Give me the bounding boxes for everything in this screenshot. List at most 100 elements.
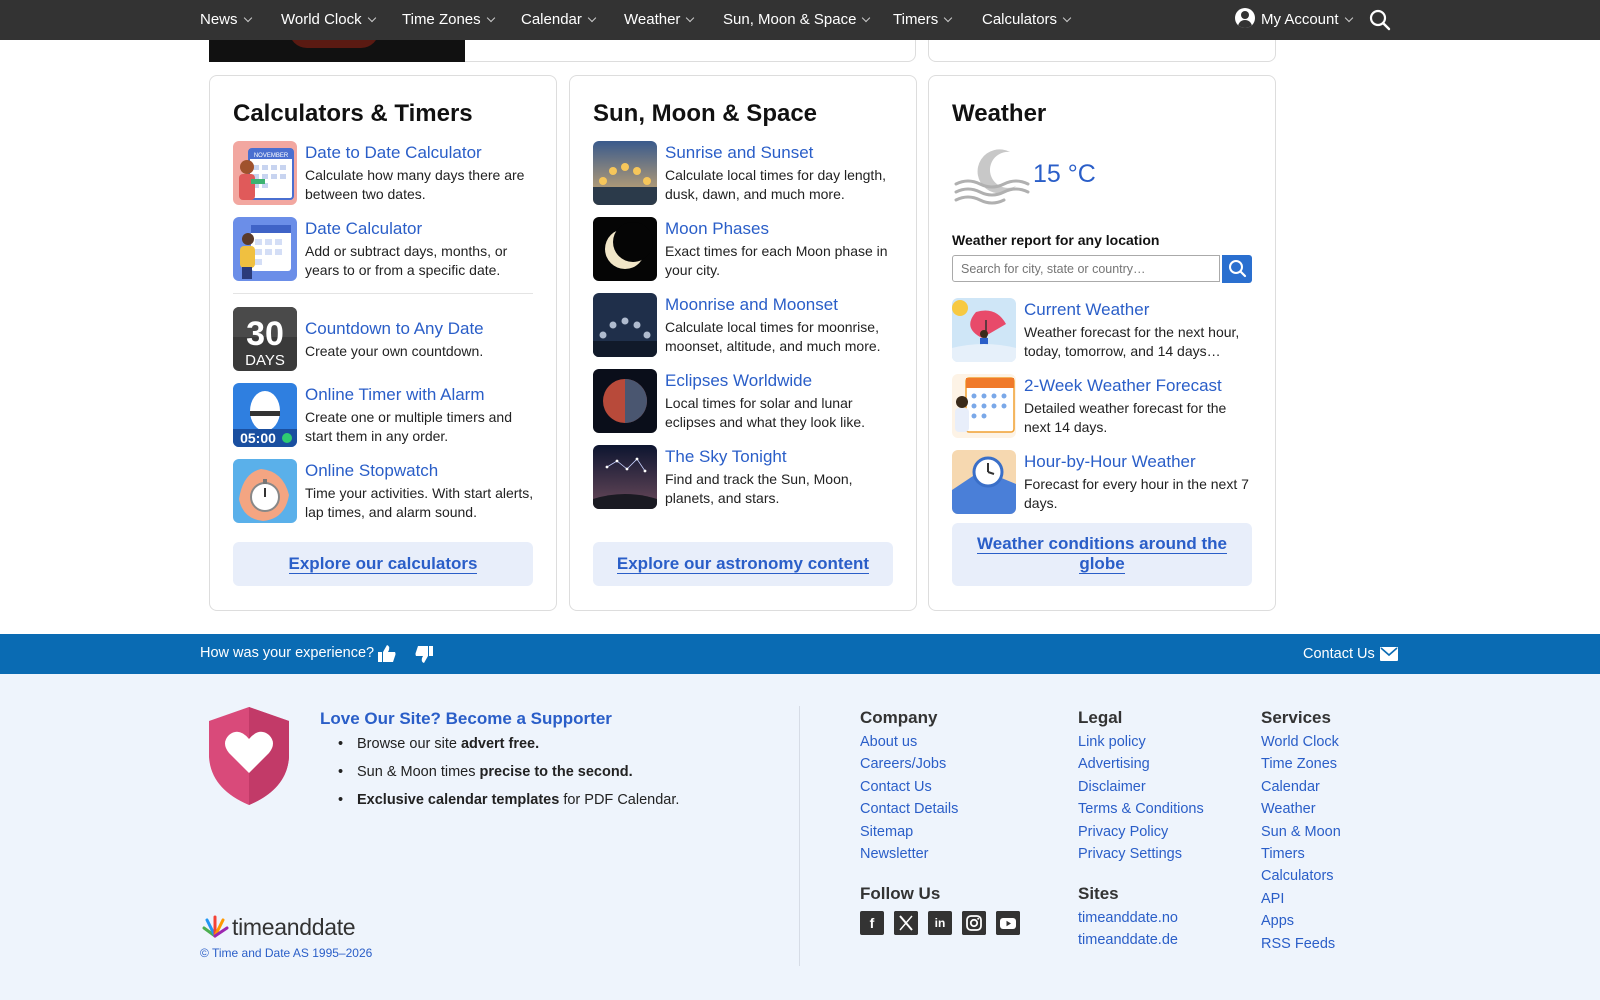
footer-link[interactable]: Sitemap	[860, 824, 958, 846]
footer-link[interactable]: Link policy	[1078, 734, 1204, 756]
countdown-unit: DAYS	[245, 352, 285, 369]
nav-item-label: Sun, Moon & Space	[723, 11, 857, 28]
column-heading: Follow Us	[860, 884, 941, 903]
date-to-date-thumbnail[interactable]: NOVEMBER	[233, 141, 297, 205]
hour-by-hour-thumbnail[interactable]	[952, 450, 1016, 514]
benefit-bold: advert free.	[460, 736, 540, 752]
countdown-thumbnail[interactable]: 30 DAYS	[233, 307, 297, 371]
footer-link[interactable]: Contact Details	[860, 801, 958, 823]
eclipses-worldwide-link[interactable]: Eclipses Worldwide	[665, 371, 812, 391]
list-item: Exclusive calendar templates for PDF Cal…	[338, 792, 679, 820]
feedback-question: How was your experience?	[200, 645, 375, 661]
footer-link[interactable]: Time Zones	[1261, 756, 1341, 778]
moonrise-moonset-link[interactable]: Moonrise and Moonset	[665, 295, 838, 315]
current-weather-thumbnail[interactable]	[952, 298, 1016, 362]
linkedin-icon[interactable]: in	[928, 911, 952, 935]
footer-link[interactable]: RSS Feeds	[1261, 936, 1341, 958]
sun-moon-space-card: Sun, Moon & Space Sunrise and Sunset Cal…	[569, 75, 917, 611]
instagram-icon[interactable]	[962, 911, 986, 935]
moon-phases-thumbnail[interactable]	[593, 217, 657, 281]
footer-link[interactable]: Timers	[1261, 846, 1341, 868]
benefit-bold: precise to the second.	[479, 764, 633, 780]
sunrise-sunset-thumbnail[interactable]	[593, 141, 657, 205]
stopwatch-thumbnail[interactable]	[233, 459, 297, 523]
footer-link[interactable]: Advertising	[1078, 756, 1204, 778]
contact-us-link[interactable]: Contact Us	[1303, 646, 1375, 662]
footer-link[interactable]: Careers/Jobs	[860, 756, 958, 778]
hour-by-hour-link[interactable]: Hour-by-Hour Weather	[1024, 452, 1196, 472]
footer-link[interactable]: Disclaimer	[1078, 779, 1204, 801]
footer-link[interactable]: timeanddate.de	[1078, 932, 1178, 954]
entry-description: Time your activities. With start alerts,…	[305, 485, 534, 520]
search-icon[interactable]	[1369, 9, 1391, 31]
online-stopwatch-link[interactable]: Online Stopwatch	[305, 461, 438, 481]
footer-link[interactable]: About us	[860, 734, 958, 756]
footer-link[interactable]: World Clock	[1261, 734, 1341, 756]
youtube-icon[interactable]	[996, 911, 1020, 935]
chevron-down-icon	[686, 13, 695, 23]
footer-sites-column: Sites timeanddate.no timeanddate.de	[1078, 884, 1178, 955]
date-to-date-calculator-link[interactable]: Date to Date Calculator	[305, 143, 482, 163]
weather-search-input[interactable]	[952, 255, 1220, 282]
facebook-icon[interactable]: f	[860, 911, 884, 935]
column-heading: Company	[860, 708, 938, 727]
eclipses-thumbnail[interactable]	[593, 369, 657, 433]
footer-link[interactable]: Apps	[1261, 913, 1341, 935]
nav-item-time-zones[interactable]: Time Zones	[402, 0, 495, 40]
account-icon	[1235, 8, 1255, 28]
explore-astronomy-button[interactable]: Explore our astronomy content	[593, 542, 893, 586]
date-calculator-link[interactable]: Date Calculator	[305, 219, 422, 239]
timeanddate-logo[interactable]: timeanddate	[200, 914, 356, 940]
entry-description: Calculate how many days there are betwee…	[305, 167, 525, 202]
nav-item-label: Time Zones	[402, 11, 481, 28]
sky-tonight-thumbnail[interactable]	[593, 445, 657, 509]
column-heading: Sites	[1078, 884, 1119, 903]
two-week-forecast-link[interactable]: 2-Week Weather Forecast	[1024, 376, 1222, 396]
two-week-forecast-thumbnail[interactable]	[952, 374, 1016, 438]
footer-link[interactable]: Contact Us	[860, 779, 958, 801]
chevron-down-icon	[587, 13, 597, 23]
footer-link[interactable]: timeanddate.no	[1078, 910, 1178, 932]
footer-link[interactable]: Calculators	[1261, 868, 1341, 890]
thumbs-up-icon[interactable]	[377, 644, 397, 664]
list-item: Moonrise and Moonset Calculate local tim…	[593, 293, 893, 359]
nav-item-world-clock[interactable]: World Clock	[281, 0, 376, 40]
moon-phases-link[interactable]: Moon Phases	[665, 219, 769, 239]
become-supporter-link[interactable]: Love Our Site? Become a Supporter	[320, 709, 612, 729]
footer-link[interactable]: Newsletter	[860, 846, 958, 868]
calculators-timers-card: Calculators & Timers NOVEMBER Date to Da…	[209, 75, 557, 611]
sky-tonight-link[interactable]: The Sky Tonight	[665, 447, 787, 467]
nav-item-calendar[interactable]: Calendar	[521, 0, 597, 40]
weather-search-button[interactable]	[1222, 255, 1252, 283]
footer-link[interactable]: Privacy Settings	[1078, 846, 1204, 868]
footer-link[interactable]: Calendar	[1261, 779, 1341, 801]
footer-link[interactable]: Sun & Moon	[1261, 824, 1341, 846]
nav-item-news[interactable]: News	[200, 0, 252, 40]
nav-item-weather[interactable]: Weather	[624, 0, 695, 40]
countdown-link[interactable]: Countdown to Any Date	[305, 319, 484, 339]
x-icon[interactable]	[894, 911, 918, 935]
my-account-menu[interactable]: My Account	[1235, 0, 1353, 40]
list-item: Date Calculator Add or subtract days, mo…	[233, 217, 533, 283]
date-calculator-thumbnail[interactable]	[233, 217, 297, 281]
footer-link[interactable]: API	[1261, 891, 1341, 913]
nav-item-sun-moon-space[interactable]: Sun, Moon & Space	[723, 0, 871, 40]
footer-link[interactable]: Privacy Policy	[1078, 824, 1204, 846]
entry-description: Calculate local times for moonrise, moon…	[665, 319, 881, 354]
sunrise-sunset-link[interactable]: Sunrise and Sunset	[665, 143, 813, 163]
mail-icon[interactable]	[1380, 647, 1398, 661]
weather-conditions-globe-button[interactable]: Weather conditions around the globe	[952, 523, 1252, 586]
footer-link[interactable]: Terms & Conditions	[1078, 801, 1204, 823]
current-weather-link[interactable]: Current Weather	[1024, 300, 1149, 320]
timer-thumbnail[interactable]: 05:00	[233, 383, 297, 447]
footer-link[interactable]: Weather	[1261, 801, 1341, 823]
supporter-shield-icon[interactable]	[207, 705, 291, 807]
moonrise-moonset-thumbnail[interactable]	[593, 293, 657, 357]
footer-services-column: Services World Clock Time Zones Calendar…	[1261, 708, 1341, 958]
benefit-text: Browse our site	[357, 736, 461, 752]
explore-calculators-button[interactable]: Explore our calculators	[233, 542, 533, 586]
online-timer-link[interactable]: Online Timer with Alarm	[305, 385, 485, 405]
thumbs-down-icon[interactable]	[414, 644, 434, 664]
nav-item-timers[interactable]: Timers	[893, 0, 953, 40]
nav-item-calculators[interactable]: Calculators	[982, 0, 1072, 40]
